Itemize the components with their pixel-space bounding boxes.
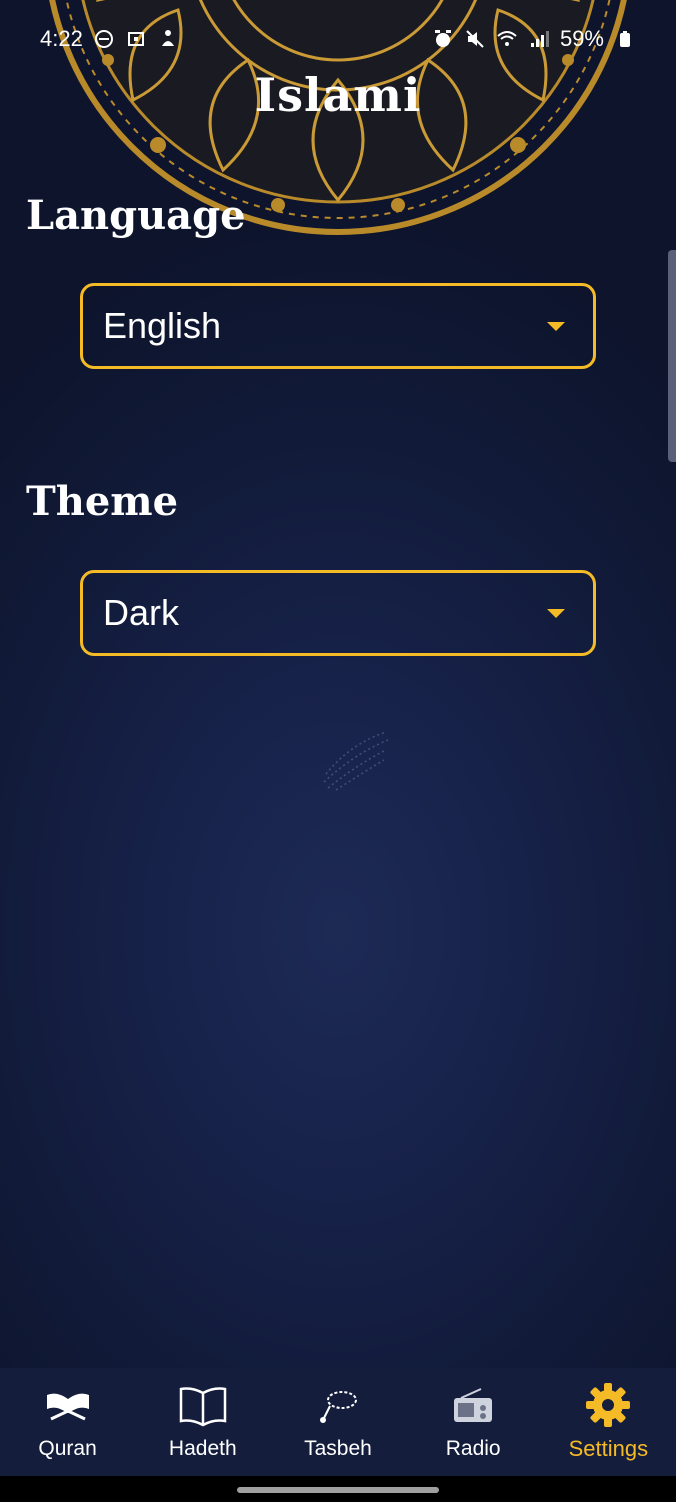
home-indicator[interactable] xyxy=(237,1487,439,1493)
battery-percent: 59% xyxy=(559,26,604,51)
nav-item-hadeth[interactable]: Hadeth xyxy=(138,1383,268,1461)
book-icon xyxy=(178,1383,228,1429)
alarm-icon xyxy=(432,28,454,50)
chevron-down-icon xyxy=(547,608,565,618)
theme-dropdown[interactable]: Dark xyxy=(80,570,596,656)
nav-item-quran[interactable]: Quran xyxy=(3,1383,133,1461)
gear-icon xyxy=(583,1382,633,1428)
status-time: 4:22 xyxy=(40,26,83,51)
status-bar: 4:22 59% xyxy=(0,22,676,56)
scrollbar[interactable] xyxy=(668,250,676,462)
radio-icon xyxy=(448,1383,498,1429)
app-title: Islami xyxy=(254,68,422,122)
watermark-icon xyxy=(323,731,389,791)
mute-icon xyxy=(464,28,486,50)
nav-label-hadeth: Hadeth xyxy=(168,1437,237,1460)
nav-label-tasbeh: Tasbeh xyxy=(304,1437,372,1460)
nav-label-settings: Settings xyxy=(568,1436,649,1461)
theme-title: Theme xyxy=(26,478,179,525)
system-nav-area xyxy=(0,1476,676,1502)
status-right: 59% xyxy=(432,26,636,52)
chevron-down-icon xyxy=(547,321,565,331)
signal-icon xyxy=(528,28,550,50)
battery-icon xyxy=(614,28,636,50)
nav-item-settings[interactable]: Settings xyxy=(543,1382,673,1462)
theme-value: Dark xyxy=(103,592,180,633)
language-dropdown[interactable]: English xyxy=(80,283,596,369)
status-left: 4:22 xyxy=(40,26,179,52)
nav-label-radio: Radio xyxy=(445,1437,501,1460)
nav-item-radio[interactable]: Radio xyxy=(408,1383,538,1461)
bottom-nav: Quran Hadeth Tasbeh Radio Settings xyxy=(0,1368,676,1476)
tasbeh-icon xyxy=(313,1383,363,1429)
nav-label-quran: Quran xyxy=(38,1437,97,1460)
quran-icon xyxy=(43,1383,93,1429)
language-value: English xyxy=(103,305,222,346)
wifi-icon xyxy=(496,28,518,50)
do-not-disturb-icon xyxy=(93,28,115,50)
screenshot-icon xyxy=(125,28,147,50)
nav-item-tasbeh[interactable]: Tasbeh xyxy=(273,1383,403,1461)
language-title: Language xyxy=(26,192,246,239)
accessibility-icon xyxy=(157,28,179,50)
